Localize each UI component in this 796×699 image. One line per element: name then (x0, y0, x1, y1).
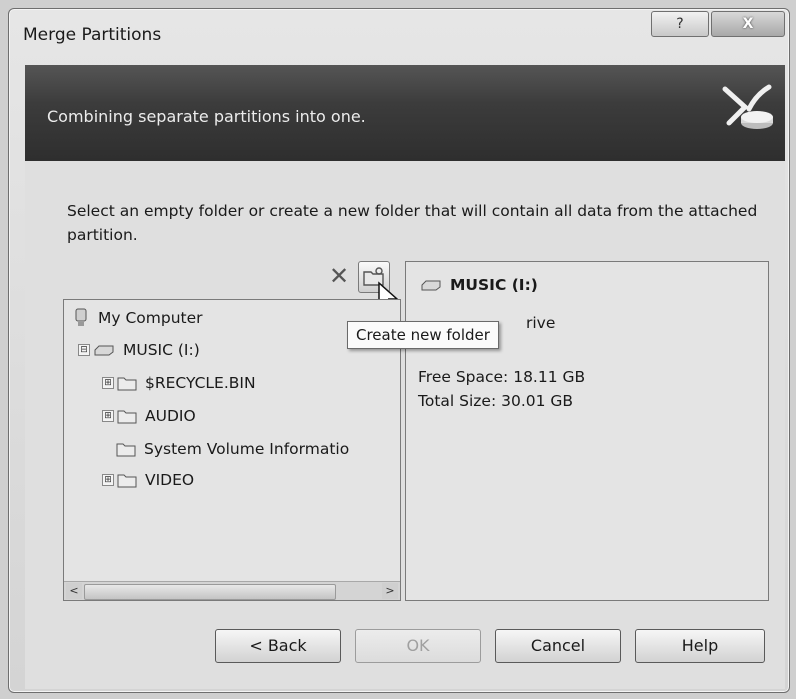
delete-folder-button[interactable]: ✕ (327, 263, 351, 289)
computer-icon (75, 308, 87, 326)
title-help-button[interactable]: ? (651, 11, 709, 37)
expand-toggle[interactable]: ⊞ (102, 474, 114, 486)
tree-item-folder[interactable]: System Volume Informatio (116, 437, 349, 461)
ok-button[interactable]: OK (355, 629, 481, 663)
title-buttons: ? X (651, 11, 785, 37)
tree-item-folder[interactable]: ⊞ VIDEO (102, 468, 194, 492)
tree-item-label: MUSIC (I:) (123, 341, 200, 359)
banner-text: Combining separate partitions into one. (47, 107, 366, 126)
header-banner: Combining separate partitions into one. (25, 65, 785, 161)
tree-item-folder[interactable]: ⊞ $RECYCLE.BIN (102, 371, 256, 395)
drive-name: MUSIC (I:) (450, 276, 538, 294)
folder-icon (116, 443, 136, 457)
tooltip: Create new folder (347, 321, 499, 349)
scroll-right-arrow-icon[interactable]: > (382, 583, 398, 599)
close-button[interactable]: X (711, 11, 785, 37)
expand-toggle[interactable]: ⊞ (102, 377, 114, 389)
folder-icon (117, 377, 137, 391)
scroll-thumb[interactable] (84, 584, 336, 600)
total-size: Total Size: 30.01 GB (418, 392, 574, 410)
tree-item-label: $RECYCLE.BIN (145, 374, 256, 392)
merge-partitions-dialog: Merge Partitions ? X Combining separate … (8, 8, 790, 693)
title-bar: Merge Partitions ? X (9, 9, 789, 61)
cancel-button[interactable]: Cancel (495, 629, 621, 663)
drive-icon (94, 345, 114, 356)
collapse-toggle[interactable]: ⊟ (78, 344, 90, 356)
tree-item-label: System Volume Informatio (144, 440, 350, 458)
instructions-text: Select an empty folder or create a new f… (67, 202, 758, 244)
drive-info-heading: MUSIC (I:) (418, 276, 538, 294)
content-area: Select an empty folder or create a new f… (25, 161, 785, 689)
expand-toggle[interactable]: ⊞ (102, 410, 114, 422)
merge-icon (722, 84, 773, 129)
tree-item-label: AUDIO (145, 407, 196, 425)
tree-item-label: VIDEO (145, 471, 195, 489)
tree-item-my-computer[interactable]: My Computer (72, 306, 203, 330)
window-title: Merge Partitions (23, 25, 162, 45)
back-button[interactable]: < Back (215, 629, 341, 663)
drive-type-text: rive (526, 314, 556, 332)
folder-icon (117, 474, 137, 488)
folder-icon (117, 410, 137, 424)
free-space: Free Space: 18.11 GB (418, 368, 586, 386)
tree-item-drive[interactable]: ⊟ MUSIC (I:) (78, 338, 200, 362)
drive-info-panel: MUSIC (I:) rive Free Space: 18.11 GB Tot… (405, 261, 769, 601)
horizontal-scrollbar[interactable]: < > (64, 581, 400, 600)
tree-item-label: My Computer (98, 309, 203, 327)
drive-icon (421, 280, 441, 291)
scroll-left-arrow-icon[interactable]: < (66, 583, 82, 599)
tree-item-folder[interactable]: ⊞ AUDIO (102, 404, 196, 428)
help-button[interactable]: Help (635, 629, 765, 663)
